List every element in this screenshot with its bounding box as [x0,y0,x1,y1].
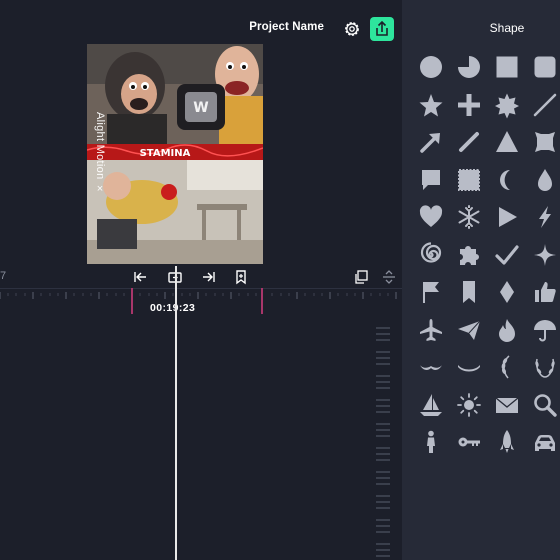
key-icon[interactable] [455,428,483,456]
badge-star-icon[interactable] [493,91,521,119]
jump-to-start-icon[interactable] [131,268,149,286]
sailboat-icon[interactable] [417,391,445,419]
play-icon[interactable] [493,203,521,231]
track-area[interactable] [0,316,402,560]
checkmark-icon[interactable] [493,241,521,269]
jump-to-end-icon[interactable] [200,268,218,286]
duplicate-icon[interactable] [352,268,370,286]
project-name[interactable]: Project Name [249,21,324,33]
thumbs-up-icon[interactable] [531,278,559,306]
svg-text:W: W [193,100,208,116]
arrow-icon[interactable] [417,128,445,156]
video-preview[interactable]: W STAMINA [87,44,263,264]
heart-icon[interactable] [417,203,445,231]
circle-icon[interactable] [417,53,445,81]
panel-title: Shape [489,21,525,35]
banner-text: STAMINA [140,148,191,159]
umbrella-icon[interactable] [531,316,559,344]
drag-handle-icon [376,327,390,557]
playhead[interactable] [175,266,177,560]
plus-icon[interactable] [455,91,483,119]
square-icon[interactable] [493,53,521,81]
diamond-icon[interactable] [493,278,521,306]
puzzle-icon[interactable] [455,241,483,269]
rounded-square-icon[interactable] [531,53,559,81]
drop-icon[interactable] [531,166,559,194]
timecode: 00:19:23 [150,302,196,314]
line-icon[interactable] [531,91,559,119]
flame-icon[interactable] [493,316,521,344]
app-root: Project Name W STAMINA Alight Motion × 7… [0,0,560,560]
star-icon[interactable] [417,91,445,119]
lightning-icon[interactable] [531,203,559,231]
range-start-marker[interactable] [131,288,133,314]
preview-area: W STAMINA Alight Motion × [0,44,402,266]
triangle-icon[interactable] [493,128,521,156]
speech-bubble-icon[interactable] [417,166,445,194]
smile-icon[interactable] [455,353,483,381]
export-button[interactable] [370,17,394,41]
octagon-frame-icon[interactable] [531,128,559,156]
timeline-ruler[interactable] [0,288,402,302]
bookmark-add-icon[interactable] [232,268,250,286]
watermark[interactable]: Alight Motion × [94,112,106,195]
timeline-toolbar: 7 [0,266,402,288]
shape-panel: Shape [402,0,560,560]
laurel-icon[interactable] [531,353,559,381]
ruler-ticks [0,291,397,302]
layer-drag-handles[interactable] [374,326,392,560]
panel-header: Shape [402,0,560,44]
pie-icon[interactable] [455,53,483,81]
expand-timeline-icon[interactable] [380,268,398,286]
car-icon[interactable] [531,428,559,456]
frame-number: 7 [0,270,7,282]
pen-line-icon[interactable] [455,128,483,156]
share-icon [376,20,388,36]
rocket-icon[interactable] [493,428,521,456]
flag-icon[interactable] [417,278,445,306]
crescent-icon[interactable] [493,166,521,194]
stamp-icon[interactable] [455,166,483,194]
airplane-icon[interactable] [417,316,445,344]
spiral-icon[interactable] [417,241,445,269]
magnifier-icon[interactable] [531,391,559,419]
sparkle-icon[interactable] [531,241,559,269]
sun-icon[interactable] [455,391,483,419]
paper-plane-icon[interactable] [455,316,483,344]
person-icon[interactable] [417,428,445,456]
mustache-icon[interactable] [417,353,445,381]
preview-image: W STAMINA [87,44,263,264]
bookmark-icon[interactable] [455,278,483,306]
top-bar: Project Name [0,0,402,44]
snowflake-icon[interactable] [455,203,483,231]
range-end-marker[interactable] [261,288,263,314]
settings-gear-icon[interactable] [342,19,362,39]
envelope-icon[interactable] [493,391,521,419]
laurel-left-icon[interactable] [493,353,521,381]
